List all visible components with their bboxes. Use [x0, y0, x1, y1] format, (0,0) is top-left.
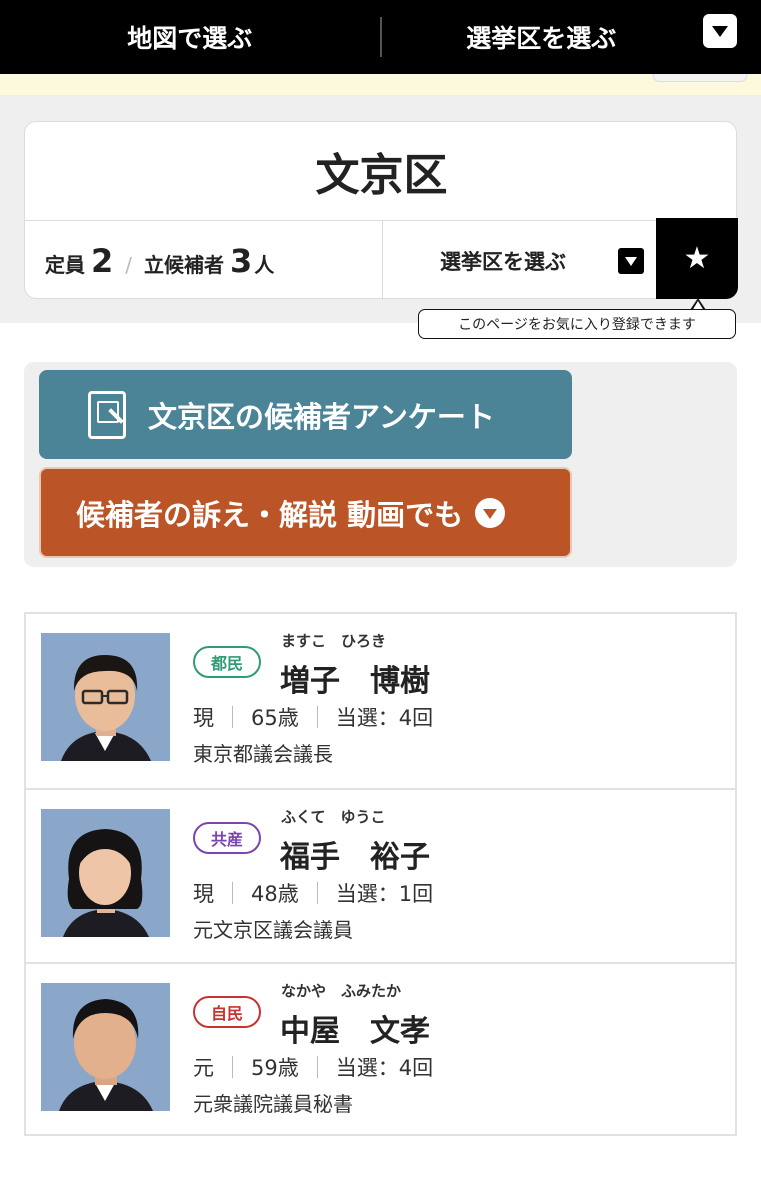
- district-card: 文京区 定員 2 / 立候補者 3 人 選挙区を選ぶ: [24, 121, 738, 300]
- chevron-down-icon[interactable]: [703, 14, 737, 48]
- page-title: 文京区: [315, 150, 448, 201]
- candidate-photo: [41, 633, 170, 761]
- candidate-photo: [41, 983, 170, 1111]
- video-expand-button[interactable]: 候補者の訴え・解説 動画でも: [39, 467, 572, 558]
- seats-label: 定員: [45, 253, 85, 277]
- survey-document-icon: [88, 390, 126, 439]
- star-icon: ★: [683, 241, 711, 276]
- district-select-label: 選挙区を選ぶ: [440, 249, 566, 274]
- candidate-furigana: ますこ ひろき: [281, 632, 387, 650]
- candidate-name: 福手 裕子: [280, 840, 430, 875]
- candidate-card[interactable]: 都民 ますこ ひろき 増子 博樹 現 65歳 当選：4回 東京都議会議長: [26, 614, 735, 788]
- party-badge: 自民: [193, 996, 261, 1028]
- candidate-name: 増子 博樹: [280, 664, 430, 699]
- chevron-down-icon: [618, 248, 644, 274]
- divider: [232, 706, 233, 728]
- candidate-age: 59歳: [251, 1056, 299, 1080]
- candidate-title: 元衆議院議員秘書: [193, 1092, 353, 1116]
- candidate-card[interactable]: 自民 なかや ふみたか 中屋 文孝 元 59歳 当選：4回 元衆議院議員秘書: [26, 962, 735, 1136]
- divider: [316, 706, 318, 728]
- candidate-meta: 現 65歳 当選：4回: [193, 702, 433, 732]
- district-select-tab-label: 選挙区を選ぶ: [466, 24, 617, 53]
- candidate-name: 中屋 文孝: [280, 1014, 430, 1049]
- candidate-wins: 当選：4回: [335, 706, 434, 730]
- party-badge: 共産: [193, 822, 261, 854]
- candidate-age: 65歳: [251, 706, 299, 730]
- candidate-photo: [41, 809, 170, 937]
- chevron-down-icon: [475, 497, 506, 528]
- candidate-list: 都民 ますこ ひろき 増子 博樹 現 65歳 当選：4回 東京都議会議長 共産 …: [24, 612, 737, 1136]
- candidate-status: 元: [193, 1056, 214, 1080]
- candidate-status: 現: [193, 882, 214, 906]
- candidate-status: 現: [193, 706, 214, 730]
- divider: [316, 882, 318, 904]
- candidates-label: 立候補者: [144, 253, 225, 277]
- divider: [232, 1056, 233, 1078]
- top-navigation: 地図で選ぶ 選挙区を選ぶ: [0, 0, 761, 74]
- candidate-survey-button[interactable]: 文京区の候補者アンケート: [39, 370, 572, 459]
- divider: [232, 882, 233, 904]
- candidate-meta: 現 48歳 当選：1回: [193, 878, 433, 908]
- candidates-unit: 人: [254, 253, 275, 277]
- map-select-tab[interactable]: 地図で選ぶ: [0, 0, 380, 74]
- party-badge: 都民: [193, 646, 261, 678]
- candidate-wins: 当選：4回: [335, 1056, 434, 1080]
- candidate-wins: 当選：1回: [335, 882, 434, 906]
- candidates-count: 3: [230, 242, 253, 280]
- survey-button-label: 文京区の候補者アンケート: [148, 399, 495, 434]
- notice-tab[interactable]: [653, 74, 747, 82]
- seat-summary: 定員 2 / 立候補者 3 人: [45, 242, 274, 286]
- candidate-title: 元文京区議会議員: [193, 918, 353, 942]
- candidate-furigana: ふくて ゆうこ: [281, 808, 386, 826]
- district-select-tab[interactable]: 選挙区を選ぶ: [382, 0, 761, 74]
- notice-strip: [0, 74, 761, 95]
- candidate-meta: 元 59歳 当選：4回: [193, 1052, 433, 1082]
- district-select-dropdown[interactable]: 選挙区を選ぶ: [383, 221, 658, 300]
- seats-count: 2: [91, 242, 114, 280]
- separator-slash: /: [125, 253, 133, 277]
- favorite-button[interactable]: ★: [656, 218, 738, 299]
- candidate-title: 東京都議会議長: [193, 742, 333, 766]
- candidate-furigana: なかや ふみたか: [281, 982, 402, 1000]
- candidate-card[interactable]: 共産 ふくて ゆうこ 福手 裕子 現 48歳 当選：1回 元文京区議会議員: [26, 788, 735, 962]
- favorite-tooltip: このページをお気に入り登録できます: [418, 309, 736, 339]
- video-button-label: 候補者の訴え・解説 動画でも: [76, 497, 464, 532]
- candidate-age: 48歳: [251, 882, 299, 906]
- divider: [316, 1056, 318, 1078]
